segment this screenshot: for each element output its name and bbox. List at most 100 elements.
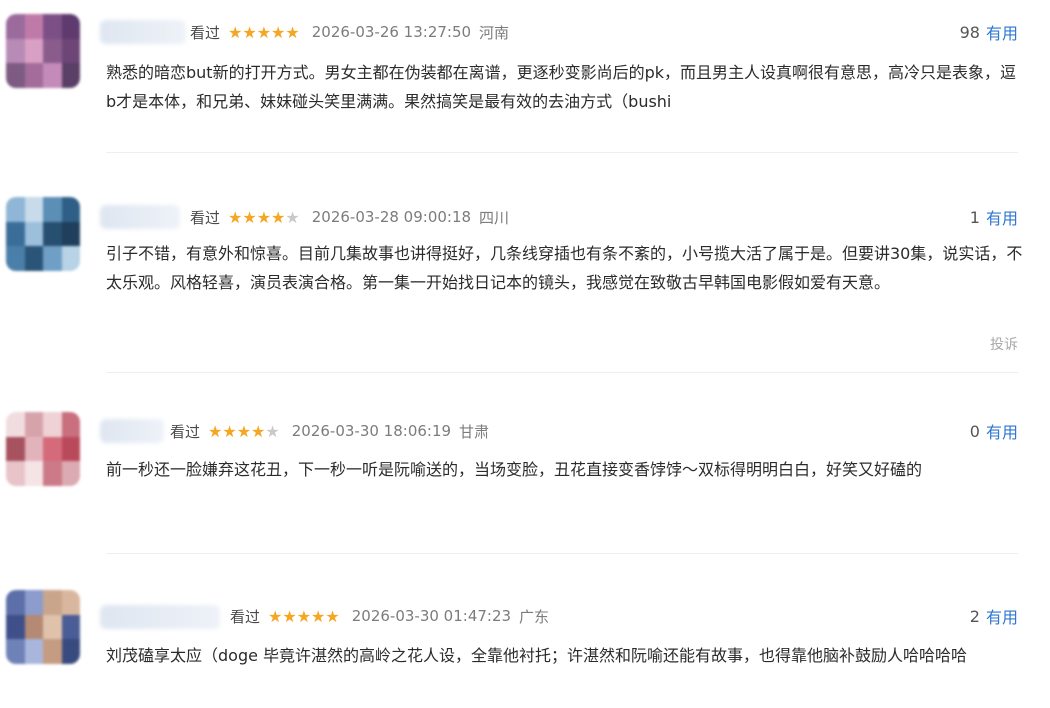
watched-label: 看过 [190, 23, 221, 42]
avatar-pixel [6, 590, 25, 615]
star-filled-icon: ★ [228, 22, 243, 42]
avatar-pixel [24, 436, 43, 462]
avatar[interactable] [6, 197, 80, 271]
avatar-pixel [6, 221, 25, 247]
timestamp: 2026-03-26 13:27:50 [311, 23, 472, 41]
star-filled-icon: ★ [242, 22, 257, 42]
useful-count: 2 [969, 606, 980, 626]
star-filled-icon: ★ [296, 606, 312, 626]
timestamp: 2026-03-28 09:00:18 [311, 208, 472, 226]
star-filled-icon: ★ [256, 207, 272, 227]
avatar-pixel [61, 221, 80, 247]
avatar-pixel [43, 412, 62, 437]
avatar-pixel [61, 412, 80, 437]
star-filled-icon: ★ [282, 606, 297, 626]
avatar-image [6, 14, 80, 88]
timestamp: 2026-03-30 18:06:19 [291, 422, 452, 440]
avatar-pixel [43, 639, 62, 664]
star-rating: ★★★★★ [208, 422, 280, 441]
star-filled-icon: ★ [311, 606, 326, 626]
review-meta: 看过 ★★★★★ 2026-03-28 09:00:18 四川 [190, 204, 509, 230]
location: 河南 [479, 23, 510, 42]
watched-label: 看过 [170, 422, 201, 441]
avatar-pixel [24, 246, 43, 271]
avatar-pixel [43, 38, 62, 64]
review-text: 刘茂磕享太应（doge 毕竟许湛然的高岭之花人设，全靠他衬托；许湛然和阮喻还能有… [106, 646, 968, 665]
avatar-pixel [6, 38, 25, 64]
review-text: 前一秒还一脸嫌弃这花丑，下一秒一听是阮喻送的，当场变脸，丑花直接变香饽饽～双标得… [106, 460, 923, 479]
useful-votes: 98 有用 [960, 19, 1018, 45]
avatar-pixel [61, 197, 80, 222]
avatar-pixel [61, 246, 80, 271]
avatar-pixel [61, 461, 80, 486]
useful-button[interactable]: 有用 [986, 205, 1018, 229]
avatar-pixel [43, 197, 62, 222]
star-empty-icon: ★ [285, 207, 300, 227]
avatar-pixel [6, 436, 25, 462]
username[interactable] [100, 605, 220, 629]
avatar-pixel [24, 412, 43, 437]
star-filled-icon: ★ [236, 421, 252, 441]
avatar-pixel [6, 63, 25, 88]
avatar-pixel [61, 614, 80, 640]
report-button[interactable]: 投诉 [990, 334, 1018, 354]
avatar-pixel [43, 436, 62, 462]
watched-label: 看过 [230, 607, 261, 626]
avatar-pixel [61, 14, 80, 39]
avatar-pixel [61, 63, 80, 88]
star-filled-icon: ★ [208, 421, 223, 441]
useful-votes: 1 有用 [970, 204, 1018, 230]
avatar-pixel [61, 590, 80, 615]
star-filled-icon: ★ [228, 207, 243, 227]
useful-votes: 0 有用 [970, 418, 1018, 444]
useful-button[interactable]: 有用 [986, 419, 1018, 443]
avatar-pixel [24, 63, 43, 88]
location: 广东 [519, 607, 550, 626]
star-filled-icon: ★ [251, 421, 266, 441]
avatar-pixel [24, 197, 43, 222]
useful-button[interactable]: 有用 [986, 604, 1018, 628]
star-filled-icon: ★ [256, 22, 272, 42]
avatar-image [6, 590, 80, 664]
avatar-pixel [24, 614, 43, 640]
useful-count: 98 [959, 22, 980, 42]
star-filled-icon: ★ [271, 22, 286, 42]
avatar-pixel [43, 590, 62, 615]
star-rating: ★★★★★ [228, 23, 300, 42]
username[interactable] [100, 20, 186, 44]
avatar-pixel [24, 639, 43, 664]
review-meta: 看过 ★★★★★ 2026-03-30 18:06:19 甘肃 [170, 418, 489, 444]
star-filled-icon: ★ [242, 207, 257, 227]
avatar[interactable] [6, 590, 80, 664]
review-meta: 看过 ★★★★★ 2026-03-30 01:47:23 广东 [230, 603, 549, 629]
useful-votes: 2 有用 [970, 603, 1018, 629]
username[interactable] [100, 419, 164, 443]
star-filled-icon: ★ [271, 207, 286, 227]
review-meta: 看过 ★★★★★ 2026-03-26 13:27:50 河南 [190, 19, 509, 45]
avatar-pixel [43, 63, 62, 88]
useful-button[interactable]: 有用 [986, 20, 1018, 44]
avatar[interactable] [6, 412, 80, 486]
avatar-pixel [43, 246, 62, 271]
review-text: 熟悉的暗恋but新的打开方式。男女主都在伪装都在离谱，更逐秒变影尚后的pk，而且… [106, 63, 1016, 111]
avatar-pixel [6, 614, 25, 640]
avatar-pixel [61, 639, 80, 664]
avatar-pixel [24, 14, 43, 39]
avatar-pixel [24, 38, 43, 64]
avatar-pixel [6, 197, 25, 222]
avatar-pixel [6, 412, 25, 437]
avatar-pixel [43, 461, 62, 486]
location: 甘肃 [459, 422, 490, 441]
username[interactable] [100, 205, 180, 229]
avatar-pixel [6, 14, 25, 39]
watched-label: 看过 [190, 208, 221, 227]
star-filled-icon: ★ [222, 421, 237, 441]
review-list: 看过 ★★★★★ 2026-03-26 13:27:50 河南 98 有用 熟悉… [0, 0, 1050, 708]
star-filled-icon: ★ [325, 606, 340, 626]
avatar[interactable] [6, 14, 80, 88]
star-filled-icon: ★ [285, 22, 300, 42]
useful-count: 0 [969, 421, 980, 441]
location: 四川 [479, 208, 510, 227]
avatar-pixel [24, 461, 43, 486]
avatar-pixel [61, 38, 80, 64]
